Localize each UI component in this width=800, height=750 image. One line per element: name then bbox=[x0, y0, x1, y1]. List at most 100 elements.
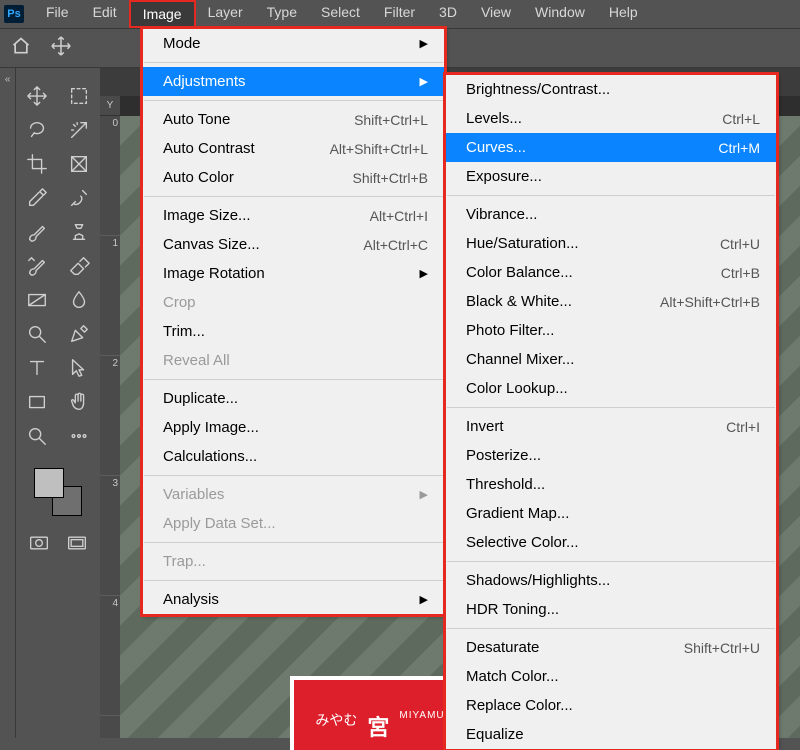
submenu-arrow-icon: ▶ bbox=[420, 37, 428, 50]
menu-item-label: Apply Image... bbox=[163, 419, 259, 436]
menu-item-label: Analysis bbox=[163, 591, 219, 608]
menu-item-match-color[interactable]: Match Color... bbox=[446, 662, 776, 691]
menu-item-photo-filter[interactable]: Photo Filter... bbox=[446, 316, 776, 345]
menu-item-gradient-map[interactable]: Gradient Map... bbox=[446, 499, 776, 528]
menu-item-label: Posterize... bbox=[466, 447, 541, 464]
menu-file[interactable]: File bbox=[34, 0, 81, 28]
menu-item-label: Black & White... bbox=[466, 293, 572, 310]
menu-separator bbox=[144, 379, 443, 380]
menu-item-brightness-contrast[interactable]: Brightness/Contrast... bbox=[446, 75, 776, 104]
menu-item-label: Replace Color... bbox=[466, 697, 573, 714]
menu-item-variables: Variables▶ bbox=[143, 480, 444, 509]
menu-item-shortcut: Alt+Ctrl+C bbox=[363, 237, 428, 253]
menu-window[interactable]: Window bbox=[523, 0, 597, 28]
menu-item-shortcut: Ctrl+B bbox=[721, 265, 760, 281]
menu-edit[interactable]: Edit bbox=[81, 0, 129, 28]
menu-view[interactable]: View bbox=[469, 0, 523, 28]
menu-item-vibrance[interactable]: Vibrance... bbox=[446, 200, 776, 229]
menu-image[interactable]: Image bbox=[129, 0, 196, 28]
menu-item-equalize[interactable]: Equalize bbox=[446, 720, 776, 749]
menu-item-label: Channel Mixer... bbox=[466, 351, 574, 368]
menu-item-invert[interactable]: InvertCtrl+I bbox=[446, 412, 776, 441]
menu-item-color-lookup[interactable]: Color Lookup... bbox=[446, 374, 776, 403]
menu-item-auto-tone[interactable]: Auto Tone Shift+Ctrl+L bbox=[143, 105, 444, 134]
menu-item-label: Trap... bbox=[163, 553, 206, 570]
menu-item-label: Gradient Map... bbox=[466, 505, 569, 522]
menu-select[interactable]: Select bbox=[309, 0, 372, 28]
menu-item-curves[interactable]: Curves... Ctrl+M bbox=[446, 133, 776, 162]
menu-item-label: Apply Data Set... bbox=[163, 515, 276, 532]
menu-item-analysis[interactable]: Analysis ▶ bbox=[143, 585, 444, 614]
menu-item-shortcut: Ctrl+M bbox=[718, 140, 760, 156]
menu-separator bbox=[447, 628, 775, 629]
menu-item-label: Image Size... bbox=[163, 207, 251, 224]
menu-item-calculations[interactable]: Calculations... bbox=[143, 442, 444, 471]
menu-separator bbox=[144, 196, 443, 197]
menu-item-auto-color[interactable]: Auto ColorShift+Ctrl+B bbox=[143, 163, 444, 192]
menubar: Ps FileEditImageLayerTypeSelectFilter3DV… bbox=[0, 0, 800, 28]
menu-3d[interactable]: 3D bbox=[427, 0, 469, 28]
menu-item-posterize[interactable]: Posterize... bbox=[446, 441, 776, 470]
menu-separator bbox=[447, 407, 775, 408]
menu-item-adjustments[interactable]: Adjustments▶ bbox=[143, 67, 444, 96]
menu-separator bbox=[447, 561, 775, 562]
menu-separator bbox=[144, 542, 443, 543]
menu-separator bbox=[144, 62, 443, 63]
menu-item-duplicate[interactable]: Duplicate... bbox=[143, 384, 444, 413]
menu-item-image-size[interactable]: Image Size... Alt+Ctrl+I bbox=[143, 201, 444, 230]
submenu-arrow-icon: ▶ bbox=[420, 75, 428, 88]
menu-item-label: Curves... bbox=[466, 139, 526, 156]
menu-item-hue-saturation[interactable]: Hue/Saturation... Ctrl+U bbox=[446, 229, 776, 258]
menu-item-shortcut: Ctrl+U bbox=[720, 236, 760, 252]
menu-filter[interactable]: Filter bbox=[372, 0, 427, 28]
menu-item-label: Calculations... bbox=[163, 448, 257, 465]
menu-item-shortcut: Shift+Ctrl+L bbox=[354, 112, 428, 128]
menu-item-label: Mode bbox=[163, 35, 201, 52]
menu-item-levels[interactable]: Levels... Ctrl+L bbox=[446, 104, 776, 133]
menu-item-trap: Trap... bbox=[143, 547, 444, 576]
menu-item-apply-image[interactable]: Apply Image... bbox=[143, 413, 444, 442]
menu-help[interactable]: Help bbox=[597, 0, 650, 28]
menu-item-desaturate[interactable]: DesaturateShift+Ctrl+U bbox=[446, 633, 776, 662]
menu-item-mode[interactable]: Mode ▶ bbox=[143, 29, 444, 58]
menu-item-shortcut: Ctrl+L bbox=[722, 111, 760, 127]
menu-item-shortcut: Shift+Ctrl+U bbox=[684, 640, 760, 656]
menu-item-shortcut: Shift+Ctrl+B bbox=[353, 170, 428, 186]
menu-item-label: Selective Color... bbox=[466, 534, 579, 551]
menu-item-label: Hue/Saturation... bbox=[466, 235, 579, 252]
submenu-arrow-icon: ▶ bbox=[420, 593, 428, 606]
menu-separator bbox=[447, 195, 775, 196]
menu-item-replace-color[interactable]: Replace Color... bbox=[446, 691, 776, 720]
menu-item-exposure[interactable]: Exposure... bbox=[446, 162, 776, 191]
menu-item-label: Color Balance... bbox=[466, 264, 573, 281]
menu-layer[interactable]: Layer bbox=[196, 0, 255, 28]
menu-item-trim[interactable]: Trim... bbox=[143, 317, 444, 346]
menu-item-crop: Crop bbox=[143, 288, 444, 317]
menu-item-label: Auto Tone bbox=[163, 111, 230, 128]
menu-item-hdr-toning[interactable]: HDR Toning... bbox=[446, 595, 776, 624]
menu-item-label: Levels... bbox=[466, 110, 522, 127]
menu-item-image-rotation[interactable]: Image Rotation▶ bbox=[143, 259, 444, 288]
menu-item-color-balance[interactable]: Color Balance... Ctrl+B bbox=[446, 258, 776, 287]
image-menu-dropdown: Mode▶Adjustments▶Auto ToneShift+Ctrl+LAu… bbox=[142, 28, 445, 615]
menu-item-label: Crop bbox=[163, 294, 196, 311]
menu-type[interactable]: Type bbox=[255, 0, 309, 28]
menu-item-label: Reveal All bbox=[163, 352, 230, 369]
menu-item-selective-color[interactable]: Selective Color... bbox=[446, 528, 776, 557]
menu-item-label: Photo Filter... bbox=[466, 322, 554, 339]
menu-item-shortcut: Alt+Ctrl+I bbox=[370, 208, 428, 224]
menu-item-canvas-size[interactable]: Canvas Size... Alt+Ctrl+C bbox=[143, 230, 444, 259]
menu-item-label: Auto Contrast bbox=[163, 140, 255, 157]
menu-item-label: HDR Toning... bbox=[466, 601, 559, 618]
menu-item-label: Vibrance... bbox=[466, 206, 537, 223]
menu-item-auto-contrast[interactable]: Auto ContrastAlt+Shift+Ctrl+L bbox=[143, 134, 444, 163]
menu-item-threshold[interactable]: Threshold... bbox=[446, 470, 776, 499]
menu-item-label: Variables bbox=[163, 486, 224, 503]
menu-item-shadows-highlights[interactable]: Shadows/Highlights... bbox=[446, 566, 776, 595]
menu-separator bbox=[144, 475, 443, 476]
app-icon[interactable]: Ps bbox=[4, 5, 24, 23]
menu-item-black-white[interactable]: Black & White...Alt+Shift+Ctrl+B bbox=[446, 287, 776, 316]
menu-item-channel-mixer[interactable]: Channel Mixer... bbox=[446, 345, 776, 374]
menu-item-label: Threshold... bbox=[466, 476, 545, 493]
menu-item-label: Canvas Size... bbox=[163, 236, 260, 253]
